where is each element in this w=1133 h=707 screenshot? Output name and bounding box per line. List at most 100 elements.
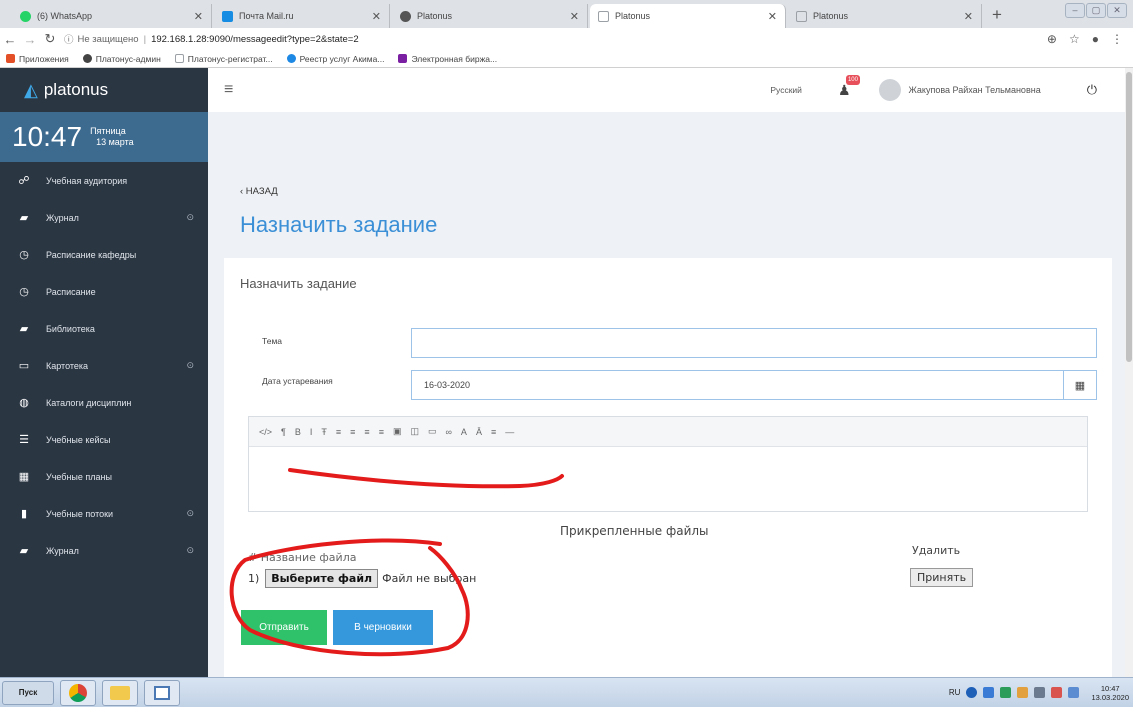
- help-icon[interactable]: [966, 687, 978, 698]
- taskbar-chrome[interactable]: [60, 679, 96, 706]
- sidebar: ◭ platonus 10:47 Пятница 13 марта ☍ Учебн…: [0, 68, 208, 677]
- back-link[interactable]: ‹ НАЗАД: [240, 186, 278, 197]
- sidebar-item[interactable]: ▰ Библиотека: [0, 310, 208, 347]
- bookmark-apps[interactable]: Приложения: [6, 54, 69, 64]
- avatar[interactable]: [878, 79, 901, 101]
- sidebar-item[interactable]: ◷ Расписание кафедры: [0, 236, 208, 273]
- bookmark-item[interactable]: Платонус-админ: [82, 54, 161, 64]
- zoom-icon[interactable]: ⊕: [1047, 32, 1057, 46]
- editor-tool-button[interactable]: Ā: [476, 427, 482, 437]
- editor-tool-button[interactable]: ▣: [393, 426, 402, 437]
- editor-body[interactable]: [249, 447, 1087, 511]
- editor-tool-button[interactable]: ≡: [364, 427, 369, 437]
- forward-arrow-icon[interactable]: →: [20, 32, 40, 47]
- star-icon[interactable]: ☆: [1069, 32, 1080, 46]
- address-bar[interactable]: ⓘ Не защищено | 192.168.1.28:9090/messag…: [64, 30, 1047, 48]
- browser-tab[interactable]: Platonus ✕: [788, 4, 982, 28]
- bookmark-item[interactable]: Электронная биржа...: [398, 54, 497, 64]
- tray-icon[interactable]: [1000, 687, 1012, 698]
- start-button[interactable]: Пуск: [2, 680, 54, 705]
- editor-tool-button[interactable]: —: [505, 427, 514, 437]
- sidebar-item[interactable]: ▭ Картотека ⊙: [0, 347, 208, 384]
- network-icon[interactable]: [1068, 687, 1080, 698]
- editor-tool-button[interactable]: ≡: [350, 427, 355, 437]
- bookmark-item[interactable]: Реестр услуг Акима...: [286, 53, 385, 64]
- taskbar-explorer[interactable]: [102, 679, 138, 706]
- expand-icon[interactable]: ⊙: [186, 212, 194, 223]
- reload-icon[interactable]: ↻: [40, 31, 60, 47]
- sidebar-item-label: Каталоги дисциплин: [46, 397, 132, 408]
- sidebar-item[interactable]: ◷ Расписание: [0, 273, 208, 310]
- send-button[interactable]: Отправить: [241, 610, 327, 645]
- editor-tool-button[interactable]: A: [461, 427, 467, 437]
- info-icon[interactable]: ⓘ: [64, 32, 74, 46]
- topic-input[interactable]: [411, 328, 1097, 358]
- minimize-icon[interactable]: –: [1065, 3, 1085, 18]
- editor-tool-button[interactable]: ≡: [491, 427, 496, 437]
- editor-tool-button[interactable]: I: [310, 427, 313, 437]
- sidebar-item[interactable]: ▮ Учебные потоки ⊙: [0, 495, 208, 532]
- volume-icon[interactable]: [1034, 687, 1046, 698]
- sidebar-item[interactable]: ▰ Журнал ⊙: [0, 199, 208, 236]
- new-tab-button[interactable]: +: [985, 4, 1009, 26]
- close-icon[interactable]: ✕: [570, 10, 579, 23]
- language-indicator[interactable]: RU: [949, 688, 961, 697]
- expand-icon[interactable]: ⊙: [186, 545, 194, 556]
- browser-tab[interactable]: Почта Mail.ru ✕: [214, 4, 390, 28]
- editor-tool-button[interactable]: ∞: [446, 427, 452, 437]
- expand-icon[interactable]: ⊙: [186, 508, 194, 519]
- menu-dots-icon[interactable]: ⋮: [1111, 32, 1123, 46]
- profile-icon[interactable]: ●: [1092, 32, 1099, 46]
- expand-icon[interactable]: ⊙: [186, 360, 194, 371]
- editor-tool-button[interactable]: ¶: [281, 427, 286, 437]
- taskbar-clock[interactable]: 10:47 13.03.2020: [1091, 684, 1129, 702]
- taskbar-time: 10:47: [1100, 683, 1120, 693]
- notifications-button[interactable]: ♟ 100: [838, 74, 860, 99]
- users-icon: ☍: [18, 175, 30, 187]
- browser-tab-active[interactable]: Platonus ✕: [590, 4, 786, 28]
- close-icon[interactable]: ✕: [964, 10, 973, 23]
- sidebar-item[interactable]: ▦ Учебные планы: [0, 458, 208, 495]
- logout-icon[interactable]: ⏻: [1087, 82, 1097, 98]
- maximize-icon[interactable]: ▢: [1086, 3, 1106, 18]
- browser-toolbar: ← → ↻ ⓘ Не защищено | 192.168.1.28:9090/…: [0, 28, 1133, 50]
- editor-tool-button[interactable]: B: [295, 427, 301, 437]
- close-icon[interactable]: ✕: [194, 10, 203, 23]
- choose-file-button[interactable]: Выберите файл: [265, 569, 379, 588]
- taskbar-window[interactable]: [144, 679, 180, 706]
- scrollbar-thumb[interactable]: [1126, 72, 1132, 362]
- editor-tool-button[interactable]: </>: [259, 427, 272, 437]
- close-icon[interactable]: ✕: [768, 10, 777, 23]
- user-name[interactable]: Жакупова Райхан Тельмановна: [909, 85, 1041, 95]
- editor-tool-button[interactable]: Ŧ: [321, 427, 327, 437]
- browser-tab[interactable]: (6) WhatsApp ✕: [12, 4, 212, 28]
- language-selector[interactable]: Русский: [770, 85, 802, 95]
- grid-icon: ▦: [18, 471, 30, 483]
- calendar-button[interactable]: ▦: [1063, 370, 1097, 400]
- brand-logo[interactable]: ◭ platonus: [0, 68, 208, 112]
- browser-tab[interactable]: Platonus ✕: [392, 4, 588, 28]
- editor-tool-button[interactable]: ◫: [410, 426, 419, 437]
- sidebar-item[interactable]: ◍ Каталоги дисциплин: [0, 384, 208, 421]
- due-date-input[interactable]: 16-03-2020: [411, 370, 1064, 400]
- accept-button[interactable]: Принять: [910, 568, 974, 587]
- hamburger-menu-icon[interactable]: ≡: [224, 81, 233, 99]
- tray-icon[interactable]: [1051, 687, 1063, 698]
- editor-tool-button[interactable]: ≡: [336, 427, 341, 437]
- back-arrow-icon[interactable]: ←: [0, 32, 20, 47]
- page-scrollbar[interactable]: [1125, 68, 1133, 677]
- clock-time: 10:47: [12, 121, 83, 152]
- sidebar-item[interactable]: ▰ Журнал ⊙: [0, 532, 208, 569]
- editor-tool-button[interactable]: ▭: [428, 426, 437, 437]
- editor-tool-button[interactable]: ≡: [379, 427, 384, 437]
- close-icon[interactable]: ✕: [372, 10, 381, 23]
- calendar-icon: ▦: [1074, 379, 1086, 392]
- close-window-icon[interactable]: ✕: [1107, 3, 1127, 18]
- tray-icon[interactable]: [1017, 687, 1029, 698]
- save-draft-button[interactable]: В черновики: [333, 610, 433, 645]
- tray-icon[interactable]: [983, 687, 995, 698]
- bookmark-item[interactable]: Платонус-регистрат...: [174, 54, 273, 64]
- sidebar-item[interactable]: ☍ Учебная аудитория: [0, 162, 208, 199]
- sidebar-item[interactable]: ☰ Учебные кейсы: [0, 421, 208, 458]
- bookmark-label: Реестр услуг Акима...: [299, 53, 385, 64]
